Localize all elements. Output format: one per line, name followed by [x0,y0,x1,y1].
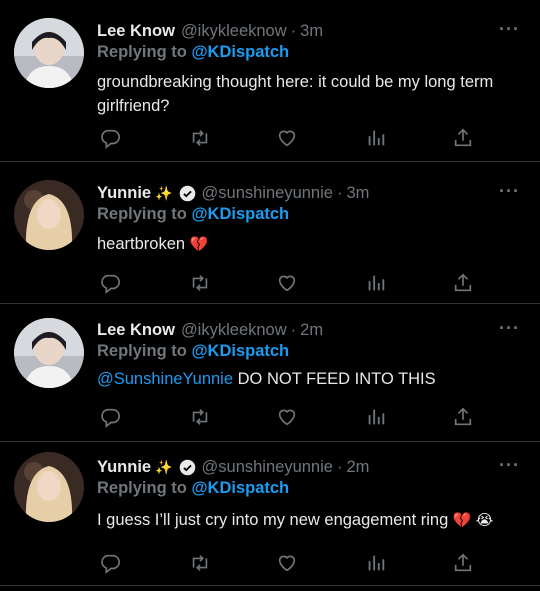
tweet-header: Yunnie ✨ @sunshineyunnie · 3m [97,182,369,204]
replying-label: Replying to [97,479,187,497]
display-name[interactable]: Lee Know [97,22,175,41]
tweet-body: heartbroken [97,235,186,253]
replying-label: Replying to [97,43,187,61]
display-name[interactable]: Yunnie [97,458,151,477]
timestamp[interactable]: 2m [346,458,369,477]
retweet-icon[interactable] [187,125,213,151]
tweet-2[interactable]: Yunnie ✨ @sunshineyunnie · 3m ··· Replyi… [0,162,540,304]
retweet-icon[interactable] [187,270,213,296]
separator-dot: · [336,183,343,202]
replying-to: Replying to @KDispatch [97,205,289,224]
share-icon[interactable] [450,404,476,430]
like-icon[interactable] [274,270,300,296]
share-icon[interactable] [450,125,476,151]
like-icon[interactable] [274,550,300,576]
tweet-4[interactable]: Yunnie ✨ @sunshineyunnie · 2m ··· Replyi… [0,442,540,586]
replying-label: Replying to [97,342,187,360]
replying-mention[interactable]: @KDispatch [191,342,289,360]
tweet-body: groundbreaking thought here: it could be… [97,73,494,115]
avatar-lee-know[interactable] [14,318,84,388]
user-handle[interactable]: @sunshineyunnie [202,184,333,203]
separator-dot: · [290,21,297,40]
more-icon[interactable]: ··· [499,455,520,476]
share-icon[interactable] [450,550,476,576]
avatar-yunnie[interactable] [14,180,84,250]
tweet-header: Yunnie ✨ @sunshineyunnie · 2m [97,456,369,478]
replying-mention[interactable]: @KDispatch [191,43,289,61]
analytics-icon[interactable] [363,270,389,296]
action-bar [97,125,477,151]
tweet-1[interactable]: Lee Know @ikykleeknow · 3m ··· Replying … [0,0,540,162]
retweet-icon[interactable] [187,550,213,576]
display-name[interactable]: Yunnie [97,184,151,203]
tweet-emoji: 💔 😭 [452,512,494,529]
user-handle[interactable]: @ikykleeknow [181,22,287,41]
replying-mention[interactable]: @KDispatch [191,479,289,497]
replying-mention[interactable]: @KDispatch [191,205,289,223]
action-bar [97,550,477,576]
reply-icon[interactable] [97,404,123,430]
separator-dot: · [336,457,343,476]
separator-dot: · [290,320,297,339]
like-icon[interactable] [274,404,300,430]
reply-icon[interactable] [97,550,123,576]
tweet-header: Lee Know @ikykleeknow · 2m [97,319,323,341]
tweet-text: heartbroken 💔 [97,232,507,257]
display-name[interactable]: Lee Know [97,321,175,340]
replying-to: Replying to @KDispatch [97,479,289,498]
replying-to: Replying to @KDispatch [97,342,289,361]
analytics-icon[interactable] [363,550,389,576]
tweet-text: I guess I’ll just cry into my new engage… [97,508,527,533]
action-bar [97,270,477,296]
analytics-icon[interactable] [363,125,389,151]
more-icon[interactable]: ··· [499,181,520,202]
action-bar [97,404,477,430]
sparkle-icon: ✨ [155,184,173,201]
timestamp[interactable]: 3m [346,184,369,203]
more-icon[interactable]: ··· [499,19,520,40]
user-handle[interactable]: @sunshineyunnie [202,458,333,477]
user-handle[interactable]: @ikykleeknow [181,321,287,340]
share-icon[interactable] [450,270,476,296]
analytics-icon[interactable] [363,404,389,430]
replying-label: Replying to [97,205,187,223]
tweet-3[interactable]: Lee Know @ikykleeknow · 2m ··· Replying … [0,304,540,442]
sparkle-icon: ✨ [155,458,173,475]
verified-icon [179,459,195,475]
reply-icon[interactable] [97,270,123,296]
avatar-yunnie[interactable] [14,452,84,522]
tweet-text: @SunshineYunnie DO NOT FEED INTO THIS [97,367,507,391]
tweet-body: DO NOT FEED INTO THIS [237,370,436,388]
tweet-text: groundbreaking thought here: it could be… [97,70,507,118]
tweet-header: Lee Know @ikykleeknow · 3m [97,20,323,42]
like-icon[interactable] [274,125,300,151]
timestamp[interactable]: 3m [300,22,323,41]
tweet-mention[interactable]: @SunshineYunnie [97,370,233,388]
broken-heart-emoji: 💔 [189,236,209,253]
avatar-lee-know[interactable] [14,18,84,88]
reply-icon[interactable] [97,125,123,151]
retweet-icon[interactable] [187,404,213,430]
replying-to: Replying to @KDispatch [97,43,289,62]
tweet-body: I guess I’ll just cry into my new engage… [97,511,449,529]
more-icon[interactable]: ··· [499,318,520,339]
reply-thread: Lee Know @ikykleeknow · 3m ··· Replying … [0,0,540,591]
timestamp[interactable]: 2m [300,321,323,340]
verified-icon [179,185,195,201]
